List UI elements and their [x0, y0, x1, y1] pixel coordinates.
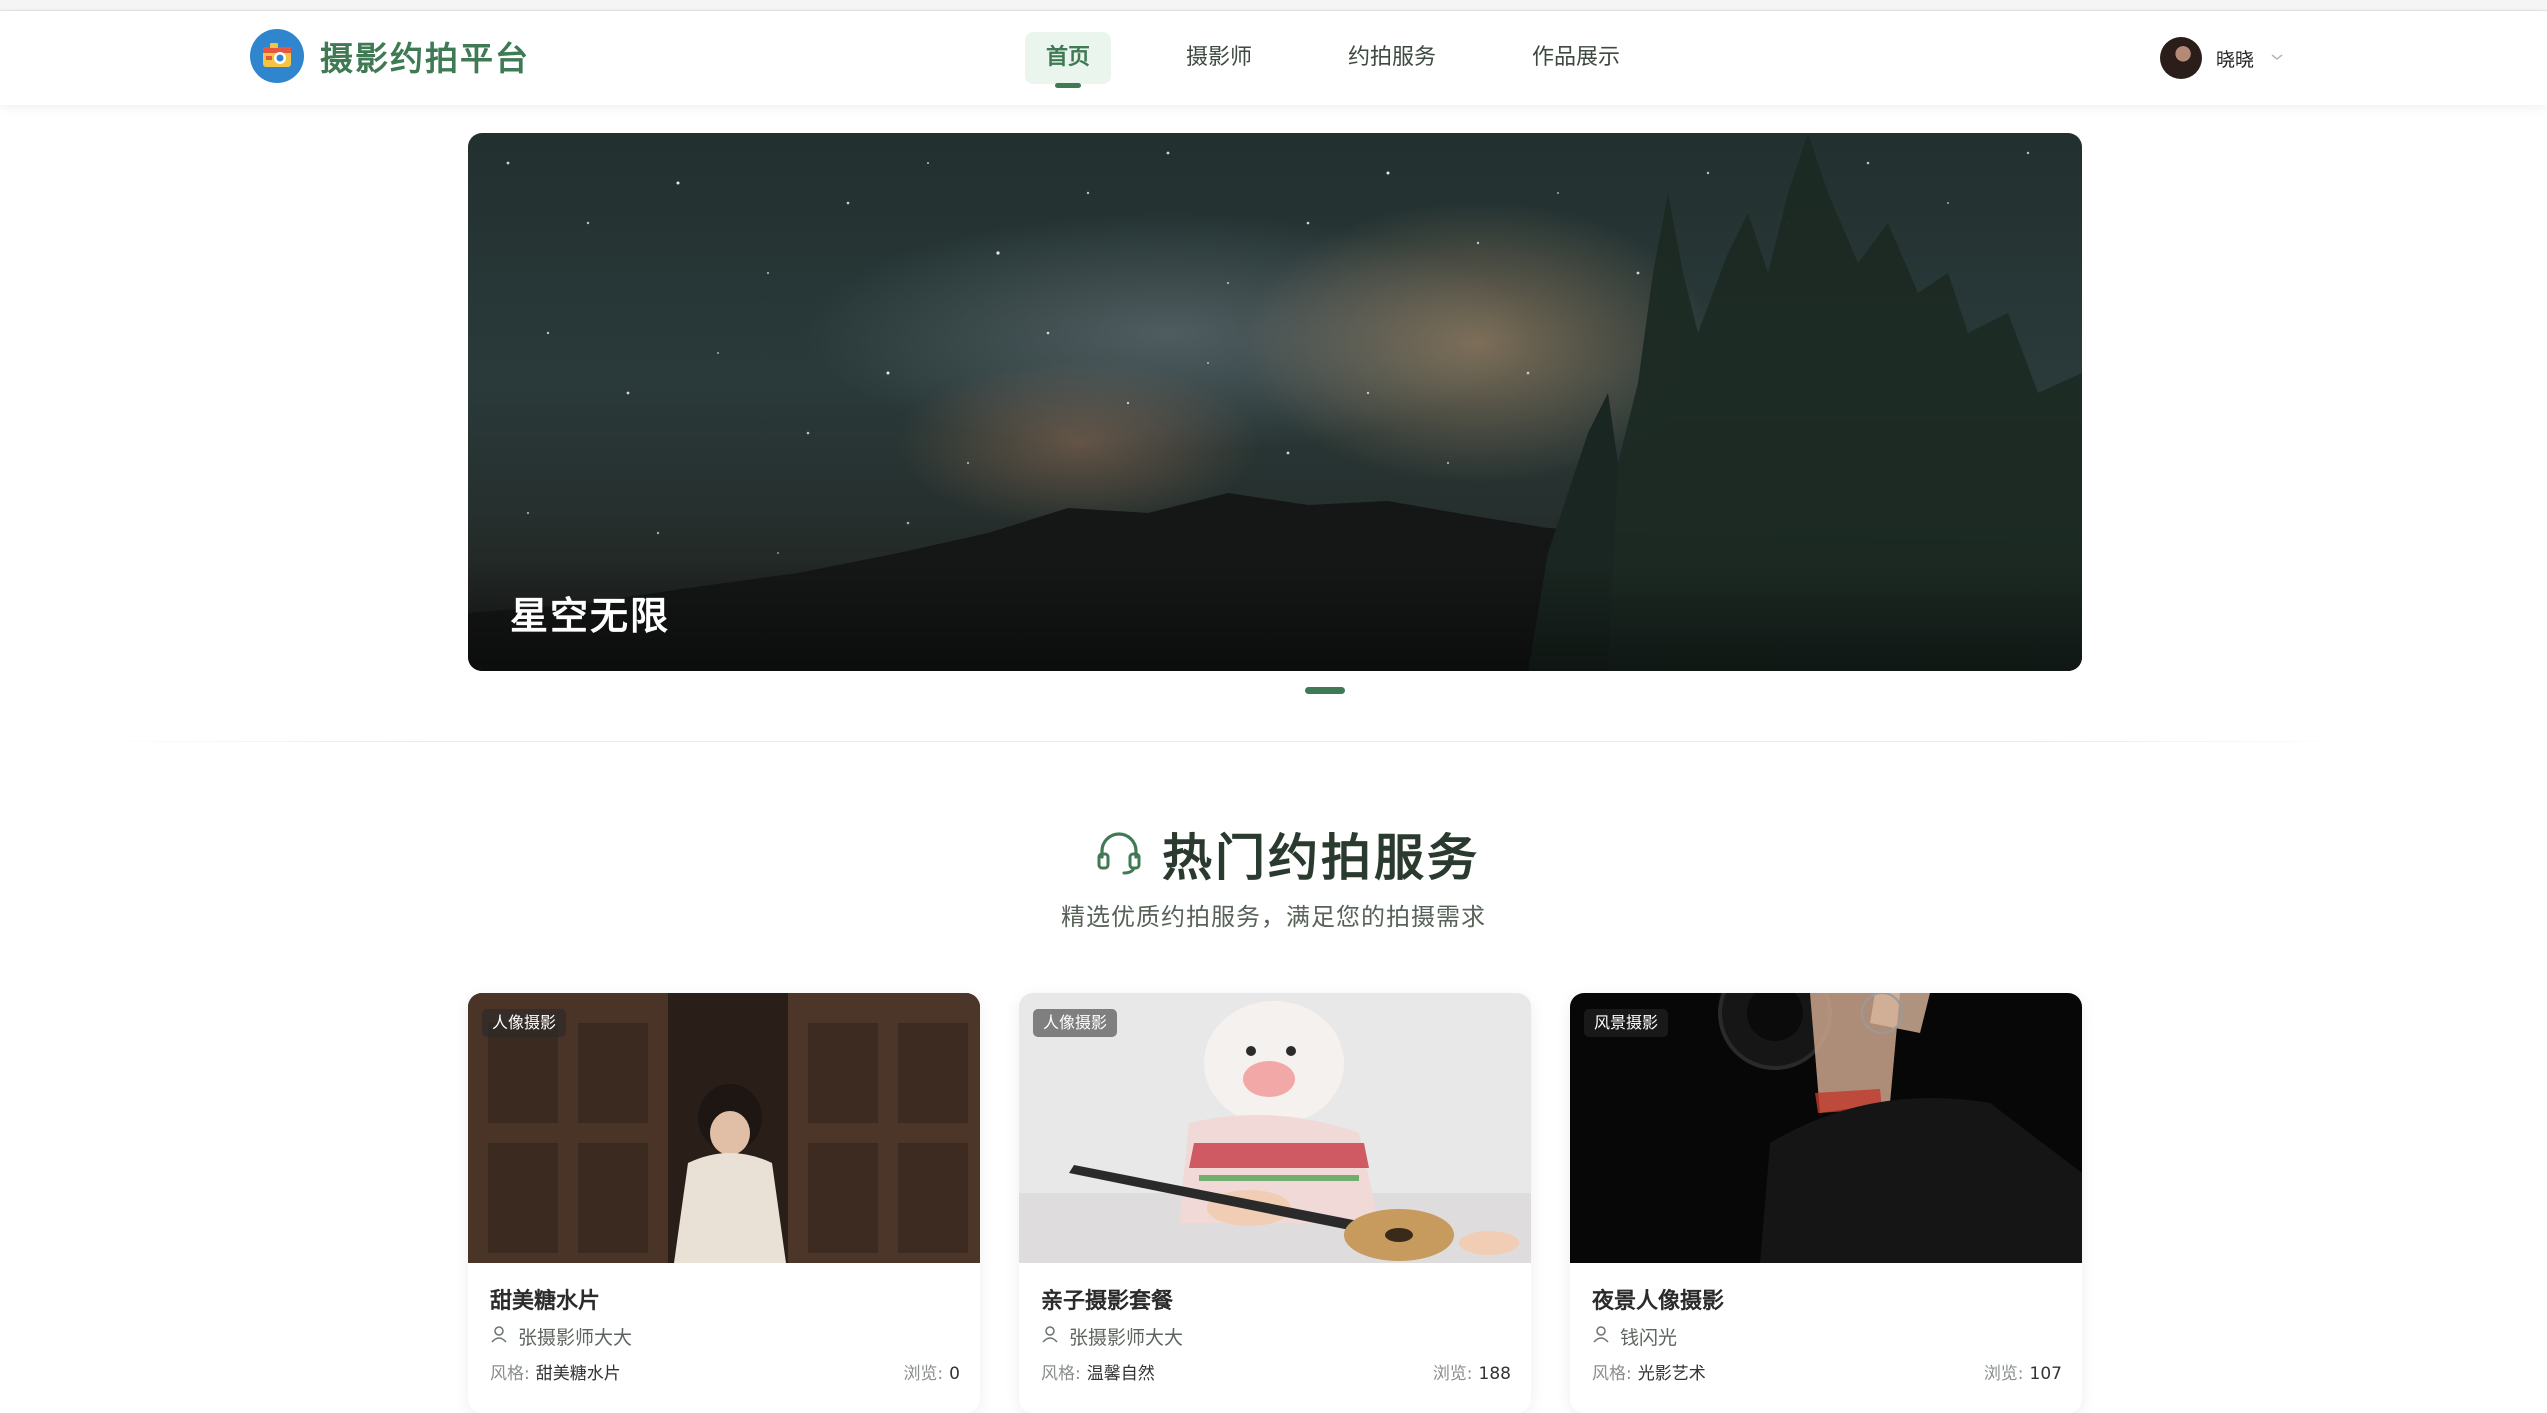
- user-menu[interactable]: 晓晓: [2160, 37, 2284, 79]
- logo-text: 摄影约拍平台: [320, 39, 530, 78]
- category-tag: 人像摄影: [1033, 1009, 1118, 1037]
- service-title[interactable]: 甜美糖水片: [490, 1283, 600, 1315]
- banner-image: [468, 133, 2082, 671]
- camera-logo-icon: [250, 29, 304, 83]
- banner-title: 星空无限: [510, 594, 671, 638]
- chevron-down-icon: [2270, 50, 2284, 66]
- nav-photographers[interactable]: 摄影师: [1165, 32, 1273, 84]
- style-value: 甜美糖水片: [535, 1364, 621, 1384]
- user-name: 晓晓: [2216, 48, 2255, 71]
- author-name: 张摄影师大大: [518, 1327, 633, 1349]
- style-value: 温馨自然: [1086, 1364, 1155, 1384]
- service-title[interactable]: 亲子摄影套餐: [1041, 1283, 1173, 1315]
- section-heading: 热门约拍服务: [1094, 818, 1480, 890]
- service-meta: 风格: 光影艺术 浏览: 107: [1592, 1359, 2062, 1384]
- style-value: 光影艺术: [1637, 1364, 1706, 1384]
- service-card[interactable]: 人像摄影 甜美糖水片 张摄影师大大 风格: 甜美糖水片 浏览: 0: [468, 993, 980, 1413]
- service-author[interactable]: 张摄影师大大: [1041, 1323, 1183, 1350]
- style-label: 风格:: [1041, 1364, 1081, 1384]
- site-header: 摄影约拍平台 首页 摄影师 约拍服务 作品展示 晓晓: [0, 11, 2547, 105]
- views-value: 0: [949, 1364, 960, 1384]
- author-name: 张摄影师大大: [1069, 1327, 1184, 1349]
- category-tag: 人像摄影: [482, 1009, 567, 1037]
- views-value: 107: [2029, 1364, 2062, 1384]
- service-meta: 风格: 甜美糖水片 浏览: 0: [490, 1359, 960, 1384]
- user-icon: [490, 1325, 508, 1348]
- views-count: 浏览: 0: [903, 1359, 960, 1384]
- category-tag: 风景摄影: [1584, 1009, 1669, 1037]
- views-count: 浏览: 107: [1984, 1359, 2062, 1384]
- section-title: 热门约拍服务: [1162, 829, 1480, 887]
- style-label: 风格:: [1592, 1364, 1632, 1384]
- views-value: 188: [1478, 1364, 1511, 1384]
- nav-home[interactable]: 首页: [1025, 32, 1112, 88]
- style-label: 风格:: [490, 1364, 530, 1384]
- service-author[interactable]: 张摄影师大大: [490, 1323, 632, 1350]
- service-meta: 风格: 温馨自然 浏览: 188: [1041, 1359, 1511, 1384]
- headset-icon: [1094, 827, 1144, 881]
- hero-carousel-slide[interactable]: 星空无限: [468, 133, 2082, 671]
- service-title[interactable]: 夜景人像摄影: [1592, 1283, 1724, 1315]
- site-logo[interactable]: 摄影约拍平台: [250, 29, 530, 83]
- user-icon: [1041, 1325, 1059, 1348]
- views-label: 浏览:: [1432, 1364, 1473, 1384]
- avatar[interactable]: [2160, 37, 2202, 79]
- browser-top-strip: [0, 0, 2547, 11]
- main-nav: 首页 摄影师 约拍服务 作品展示: [1025, 32, 1695, 88]
- views-count: 浏览: 188: [1433, 1359, 1511, 1384]
- author-name: 钱闪光: [1620, 1327, 1678, 1349]
- nav-works[interactable]: 作品展示: [1511, 32, 1641, 84]
- nav-booking-services[interactable]: 约拍服务: [1327, 32, 1457, 84]
- views-label: 浏览:: [903, 1364, 944, 1384]
- service-card[interactable]: 风景摄影 夜景人像摄影 钱闪光 风格: 光影艺术 浏览: 107: [1570, 993, 2082, 1413]
- user-icon: [1592, 1325, 1610, 1348]
- service-author[interactable]: 钱闪光: [1592, 1323, 1677, 1350]
- service-card[interactable]: 人像摄影 亲子摄影套餐 张摄影师大大 风格: 温馨自然 浏览: 188: [1019, 993, 1531, 1413]
- views-label: 浏览:: [1983, 1364, 2024, 1384]
- section-divider: [90, 741, 2360, 742]
- carousel-indicator[interactable]: [1305, 687, 1345, 694]
- section-subtitle: 精选优质约拍服务，满足您的拍摄需求: [1061, 903, 1486, 931]
